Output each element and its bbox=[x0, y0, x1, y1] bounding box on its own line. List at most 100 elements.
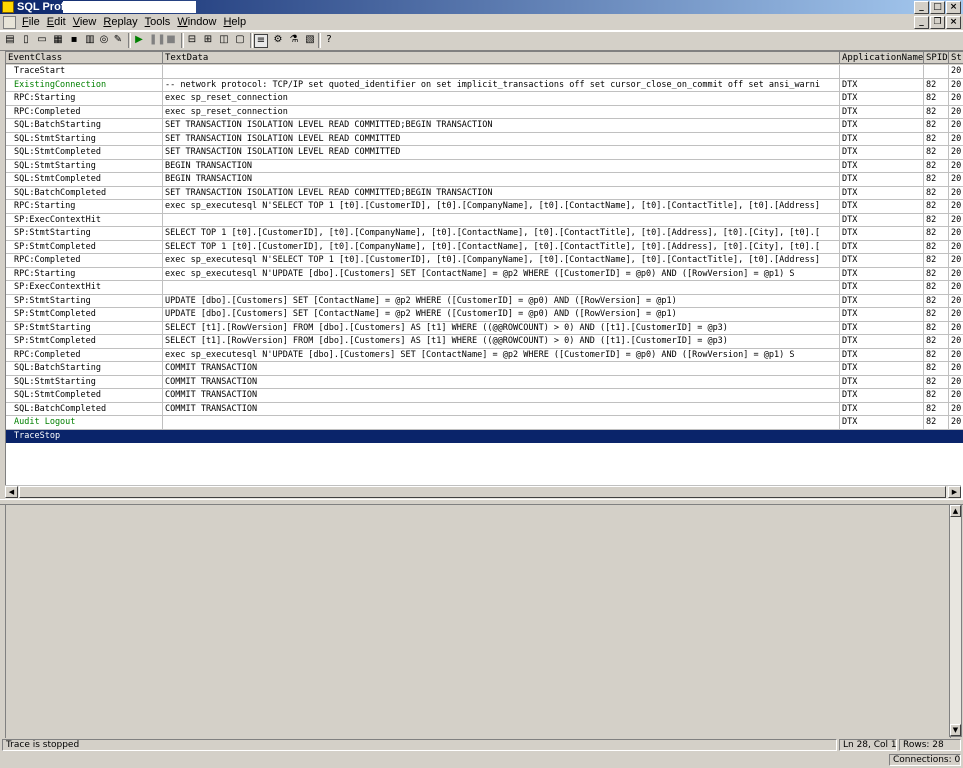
table-row[interactable]: TraceStart 20 bbox=[6, 65, 963, 79]
vertical-scrollbar[interactable]: ▲ ▼ bbox=[949, 504, 962, 737]
cell-applicationname: DTX bbox=[840, 200, 924, 214]
table-row[interactable]: SQL:BatchCompleted SET TRANSACTION ISOLAT… bbox=[6, 186, 963, 200]
step-icon[interactable]: ⊟ bbox=[186, 34, 198, 46]
text-detail-pane[interactable] bbox=[5, 504, 951, 739]
new-trace-icon[interactable]: ▤ bbox=[4, 34, 16, 46]
scroll-thumb[interactable] bbox=[19, 486, 946, 498]
toggle-breakpoint-icon[interactable]: ◫ bbox=[218, 34, 230, 46]
scroll-up-icon[interactable]: ▲ bbox=[950, 505, 961, 517]
cell-textdata: BEGIN TRANSACTION bbox=[163, 159, 840, 173]
find-icon[interactable]: ◎ bbox=[98, 34, 110, 46]
properties-icon[interactable]: ▥ bbox=[84, 34, 96, 46]
table-row[interactable]: Audit Logout DTX 82 20 bbox=[6, 416, 963, 430]
doc-minimize-button[interactable]: _ bbox=[914, 16, 929, 29]
menu-item-help[interactable]: Help bbox=[222, 15, 252, 29]
table-row[interactable]: SQL:StmtCompleted BEGIN TRANSACTION DTX 82 2… bbox=[6, 173, 963, 187]
table-row[interactable]: SQL:StmtStarting SET TRANSACTION ISOLATIO… bbox=[6, 132, 963, 146]
help-icon[interactable]: ? bbox=[323, 34, 335, 46]
stop-trace-icon[interactable]: ■ bbox=[165, 34, 177, 46]
menu-item-replay[interactable]: Replay bbox=[102, 15, 143, 29]
clear-breakpoints-icon[interactable]: ▢ bbox=[234, 34, 246, 46]
table-row[interactable]: RPC:Starting exec sp_reset_connection DTX 8… bbox=[6, 92, 963, 106]
table-row[interactable]: TraceStop bbox=[6, 429, 963, 443]
open-folder-icon[interactable]: ▭ bbox=[36, 34, 48, 46]
title-bar: SQL Profiler _ □ × bbox=[0, 0, 963, 14]
run-trace-icon[interactable]: ▶ bbox=[133, 34, 145, 46]
cell-applicationname: DTX bbox=[840, 402, 924, 416]
minimize-button[interactable]: _ bbox=[914, 1, 929, 14]
table-row[interactable]: RPC:Completed exec sp_executesql N'UPDATE… bbox=[6, 348, 963, 362]
menu-item-tools[interactable]: Tools bbox=[144, 15, 177, 29]
table-row[interactable]: SQL:StmtStarting BEGIN TRANSACTION DTX 82 20 bbox=[6, 159, 963, 173]
table-row[interactable]: SP:StmtCompleted SELECT TOP 1 [t0].[Custo… bbox=[6, 240, 963, 254]
column-header-eventclass[interactable]: EventClass bbox=[6, 52, 163, 64]
menu-item-edit[interactable]: Edit bbox=[46, 15, 72, 29]
column-header-applicationname[interactable]: ApplicationName bbox=[840, 52, 924, 64]
document-icon[interactable] bbox=[3, 16, 16, 29]
table-row[interactable]: SP:ExecContextHit DTX 82 20 bbox=[6, 281, 963, 295]
grid-header: EventClass TextData ApplicationName SPID… bbox=[6, 52, 963, 65]
table-row[interactable]: SQL:BatchStarting COMMIT TRANSACTION DTX 82… bbox=[6, 362, 963, 376]
new-file-icon[interactable]: ▯ bbox=[20, 34, 32, 46]
column-header-textdata[interactable]: TextData bbox=[163, 52, 840, 64]
menu-item-window[interactable]: Window bbox=[176, 15, 222, 29]
filter-icon[interactable]: ▧ bbox=[304, 34, 316, 46]
table-row[interactable]: SQL:StmtStarting COMMIT TRANSACTION DTX 82 2… bbox=[6, 375, 963, 389]
table-row[interactable]: SP:StmtStarting SELECT TOP 1 [t0].[Custom… bbox=[6, 227, 963, 241]
cell-textdata: COMMIT TRANSACTION bbox=[163, 389, 840, 403]
cell-starttime: 20 bbox=[949, 214, 963, 227]
table-row[interactable]: SP:StmtStarting UPDATE [dbo].[Customers] … bbox=[6, 294, 963, 308]
cell-eventclass: SQL:StmtCompleted bbox=[6, 173, 163, 187]
menu-item-view[interactable]: View bbox=[72, 15, 103, 29]
cell-eventclass: RPC:Starting bbox=[6, 267, 163, 281]
cell-applicationname: DTX bbox=[840, 254, 924, 268]
menu-accelerator: V bbox=[72, 16, 80, 28]
trace-grid[interactable]: EventClass TextData ApplicationName SPID… bbox=[5, 51, 963, 500]
menu-item-file[interactable]: File bbox=[21, 15, 46, 29]
scroll-trace-icon[interactable]: ≡ bbox=[254, 34, 268, 48]
cell-textdata: -- network protocol: TCP/IP set quoted_i… bbox=[163, 78, 840, 92]
table-row[interactable]: RPC:Starting exec sp_executesql N'UPDATE … bbox=[6, 267, 963, 281]
doc-close-button[interactable]: × bbox=[946, 16, 961, 29]
maximize-button[interactable]: □ bbox=[930, 1, 945, 14]
table-row[interactable]: RPC:Starting exec sp_executesql N'SELECT … bbox=[6, 200, 963, 214]
cell-starttime: 20 bbox=[949, 241, 963, 254]
table-row[interactable]: SP:StmtStarting SELECT [t1].[RowVersion] … bbox=[6, 321, 963, 335]
table-row[interactable]: SQL:StmtCompleted SET TRANSACTION ISOLATI… bbox=[6, 146, 963, 160]
cell-starttime: 20 bbox=[949, 146, 963, 160]
cell-applicationname: DTX bbox=[840, 321, 924, 335]
table-row[interactable]: SP:ExecContextHit DTX 82 20 bbox=[6, 213, 963, 227]
cell-starttime: 20 bbox=[949, 133, 963, 146]
query-analyzer-icon[interactable]: ⚙ bbox=[272, 34, 284, 46]
doc-restore-button[interactable]: ❐ bbox=[930, 16, 945, 29]
horizontal-scrollbar[interactable]: ◀ ▶ bbox=[5, 485, 961, 499]
table-row[interactable]: ExistingConnection -- network protocol: T… bbox=[6, 78, 963, 92]
table-row[interactable]: RPC:Completed exec sp_executesql N'SELECT… bbox=[6, 254, 963, 268]
table-row[interactable]: SQL:StmtCompleted COMMIT TRANSACTION DTX 82… bbox=[6, 389, 963, 403]
open-table-icon[interactable]: ▦ bbox=[52, 34, 64, 46]
table-row[interactable]: SQL:BatchStarting SET TRANSACTION ISOLATI… bbox=[6, 119, 963, 133]
row-count: Rows: 28 bbox=[899, 739, 961, 751]
index-tuning-icon[interactable]: ⚗ bbox=[288, 34, 300, 46]
scroll-left-icon[interactable]: ◀ bbox=[5, 486, 18, 498]
cell-starttime: 20 bbox=[949, 362, 963, 376]
table-row[interactable]: SP:StmtCompleted UPDATE [dbo].[Customers]… bbox=[6, 308, 963, 322]
connection-status-bar: Connections: 0 bbox=[0, 753, 963, 768]
cell-textdata bbox=[163, 65, 840, 79]
save-icon[interactable]: ▪ bbox=[68, 34, 80, 46]
table-row[interactable]: RPC:Completed exec sp_reset_connection DTX… bbox=[6, 105, 963, 119]
run-to-cursor-icon[interactable]: ⊞ bbox=[202, 34, 214, 46]
column-header-spid[interactable]: SPID bbox=[924, 52, 949, 64]
cell-starttime: 20 bbox=[949, 416, 963, 430]
table-row[interactable]: SP:StmtCompleted SELECT [t1].[RowVersion]… bbox=[6, 335, 963, 349]
edit-template-icon[interactable]: ✎ bbox=[112, 34, 124, 46]
table-row[interactable]: SQL:BatchCompleted COMMIT TRANSACTION DTX 8… bbox=[6, 402, 963, 416]
menu-label: ile bbox=[28, 16, 40, 28]
cell-eventclass: SQL:StmtStarting bbox=[6, 159, 163, 173]
cell-applicationname: DTX bbox=[840, 78, 924, 92]
pause-trace-icon[interactable]: ❚❚ bbox=[149, 34, 166, 46]
close-button[interactable]: × bbox=[946, 1, 961, 14]
column-header-starttime[interactable]: St bbox=[949, 52, 963, 64]
scroll-down-icon[interactable]: ▼ bbox=[950, 724, 961, 736]
scroll-right-icon[interactable]: ▶ bbox=[948, 486, 961, 498]
